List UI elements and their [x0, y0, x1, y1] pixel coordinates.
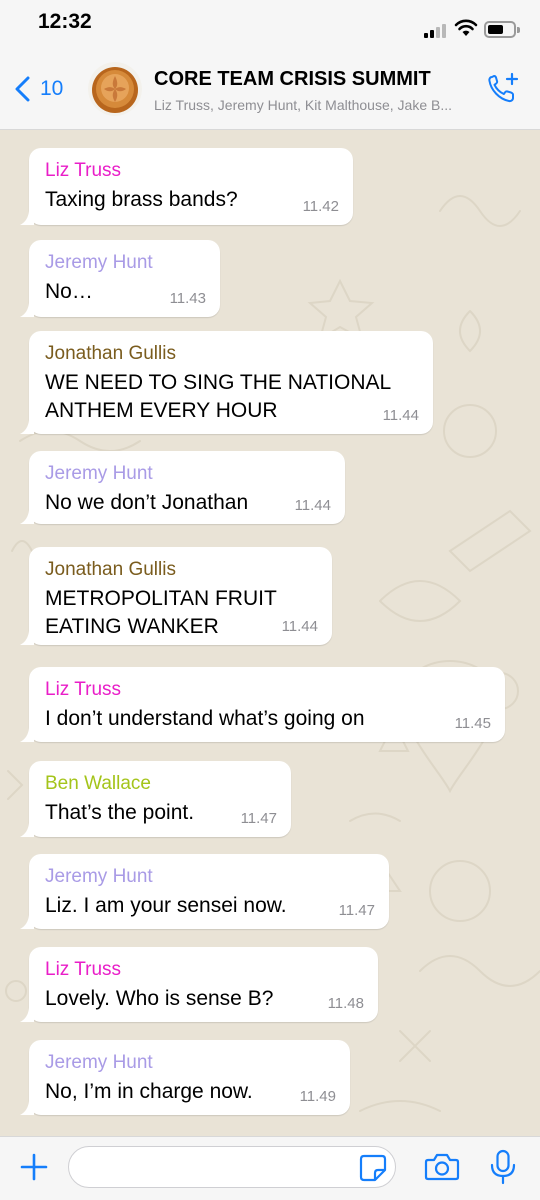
chat-header: 10 CORE TEAM CRISIS SUMMIT Liz Truss, Je… — [0, 50, 540, 130]
microphone-icon[interactable] — [488, 1149, 518, 1185]
message-bubble[interactable]: Jonathan Gullis WE NEED TO SING THE NATI… — [20, 331, 433, 434]
plus-icon[interactable] — [18, 1151, 50, 1183]
message-time: 11.44 — [382, 407, 419, 424]
bubble-tail — [20, 631, 34, 645]
message-sender: Jonathan Gullis — [45, 559, 176, 580]
message-sender: Ben Wallace — [45, 773, 151, 794]
bubble-tail — [20, 823, 34, 837]
bubble-tail — [20, 1101, 34, 1115]
message-time: 11.43 — [169, 290, 206, 307]
bubble-tail — [20, 420, 34, 434]
message-bubble[interactable]: Ben Wallace That’s the point. 11.47 — [20, 761, 291, 837]
message-sender: Liz Truss — [45, 959, 122, 980]
group-title[interactable]: CORE TEAM CRISIS SUMMIT — [154, 68, 474, 91]
message-bubble[interactable]: Liz Truss I don’t understand what’s goin… — [20, 667, 505, 742]
bubble-tail — [20, 1008, 34, 1022]
message-sender: Liz Truss — [45, 679, 122, 700]
message-time: 11.44 — [294, 497, 331, 514]
message-bubble[interactable]: Liz Truss Taxing brass bands? 11.42 — [20, 148, 353, 225]
unread-count: 10 — [40, 77, 64, 100]
message-text-line: WE NEED TO SING THE NATIONAL — [45, 371, 392, 394]
message-bubble[interactable]: Jeremy Hunt Liz. I am your sensei now. 1… — [20, 854, 389, 929]
bubble-tail — [20, 211, 34, 225]
sticker-icon[interactable] — [358, 1153, 388, 1183]
message-time: 11.45 — [454, 715, 491, 732]
message-text-line: EATING WANKER — [45, 615, 219, 638]
message-time: 11.49 — [299, 1088, 336, 1105]
wifi-icon — [454, 19, 478, 36]
message-text: No we don’t Jonathan — [45, 491, 249, 514]
camera-icon[interactable] — [424, 1152, 460, 1182]
back-button[interactable]: 10 — [8, 70, 68, 108]
message-sender: Jonathan Gullis — [45, 343, 176, 364]
message-text-line: ANTHEM EVERY HOUR — [45, 399, 278, 422]
bubble-tail — [20, 915, 34, 929]
message-time: 11.44 — [281, 618, 318, 635]
message-text: Lovely. Who is sense B? — [45, 987, 274, 1010]
status-bar: 12:32 — [0, 0, 540, 50]
message-bubble[interactable]: Jonathan Gullis METROPOLITAN FRUIT EATIN… — [20, 547, 332, 645]
cellular-signal-icon — [424, 22, 450, 38]
message-bubble[interactable]: Jeremy Hunt No… 11.43 — [20, 240, 220, 317]
chevron-left-icon — [15, 76, 30, 102]
message-time: 11.48 — [327, 995, 364, 1012]
message-bubble[interactable]: Liz Truss Lovely. Who is sense B? 11.48 — [20, 947, 378, 1022]
group-avatar[interactable] — [88, 62, 142, 116]
message-text: Taxing brass bands? — [45, 188, 238, 211]
message-time: 11.47 — [240, 810, 277, 827]
bubble-tail — [20, 303, 34, 317]
input-bar — [0, 1136, 540, 1200]
message-sender: Liz Truss — [45, 160, 122, 181]
bubble-tail — [20, 510, 34, 524]
message-time: 11.47 — [338, 902, 375, 919]
message-sender: Jeremy Hunt — [45, 463, 153, 484]
message-time: 11.42 — [302, 198, 339, 215]
message-sender: Jeremy Hunt — [45, 252, 153, 273]
bubble-tail — [20, 728, 34, 742]
battery-icon — [484, 21, 520, 38]
message-bubble[interactable]: Jeremy Hunt No, I’m in charge now. 11.49 — [20, 1040, 350, 1115]
message-bubble[interactable]: Jeremy Hunt No we don’t Jonathan 11.44 — [20, 451, 345, 524]
message-text: Liz. I am your sensei now. — [45, 894, 287, 917]
group-members[interactable]: Liz Truss, Jeremy Hunt, Kit Malthouse, J… — [154, 97, 476, 113]
message-text: No, I’m in charge now. — [45, 1080, 253, 1103]
message-text-line: METROPOLITAN FRUIT — [45, 587, 277, 610]
status-time: 12:32 — [38, 10, 92, 33]
message-input[interactable] — [68, 1146, 396, 1188]
add-call-icon[interactable] — [486, 72, 520, 106]
message-text: I don’t understand what’s going on — [45, 707, 365, 730]
message-sender: Jeremy Hunt — [45, 1052, 153, 1073]
message-sender: Jeremy Hunt — [45, 866, 153, 887]
